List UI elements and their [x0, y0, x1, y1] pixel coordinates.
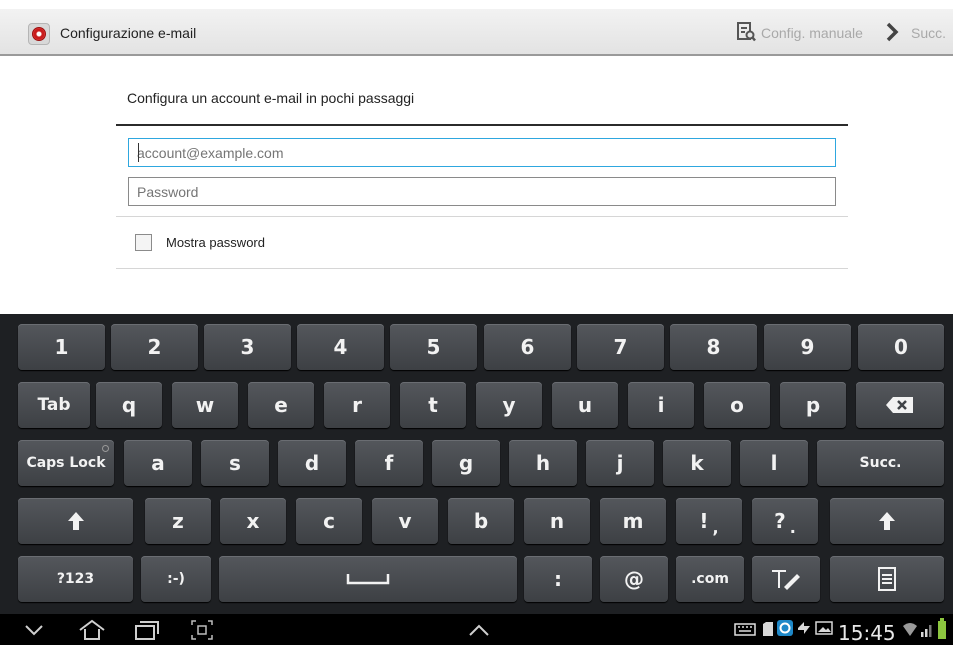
- manual-config-icon[interactable]: [736, 22, 756, 42]
- key-5[interactable]: 5: [390, 324, 477, 370]
- handwriting-key[interactable]: [752, 556, 820, 602]
- shift-key-right[interactable]: [830, 498, 944, 544]
- key-n[interactable]: n: [524, 498, 590, 544]
- key-1[interactable]: 1: [18, 324, 105, 370]
- key-p[interactable]: p: [780, 382, 846, 428]
- key-6[interactable]: 6: [484, 324, 571, 370]
- sync-icon: [777, 620, 793, 636]
- heading-divider: [116, 124, 848, 126]
- key-tab[interactable]: Tab: [18, 382, 90, 428]
- handwriting-icon: [772, 570, 800, 590]
- email-input[interactable]: [128, 138, 836, 167]
- key-u[interactable]: u: [552, 382, 618, 428]
- key-exclamation-label: !: [699, 509, 709, 533]
- email-app-icon[interactable]: [28, 23, 50, 45]
- key-g[interactable]: g: [432, 440, 500, 486]
- divider: [116, 216, 848, 217]
- dotcom-key[interactable]: .com: [676, 556, 744, 602]
- settings-list-icon: [878, 567, 896, 591]
- shift-arrow-icon: [879, 512, 895, 530]
- key-0[interactable]: 0: [858, 324, 944, 370]
- symbols-key[interactable]: ?123: [18, 556, 133, 602]
- key-l[interactable]: l: [740, 440, 808, 486]
- show-password-label[interactable]: Mostra password: [166, 235, 265, 250]
- caps-lock-label: Caps Lock: [26, 455, 106, 471]
- key-9[interactable]: 9: [764, 324, 851, 370]
- key-3[interactable]: 3: [204, 324, 291, 370]
- key-w[interactable]: w: [172, 382, 238, 428]
- backspace-key[interactable]: [856, 382, 944, 428]
- page-title: Configurazione e-mail: [60, 25, 197, 41]
- at-key[interactable]: @: [600, 556, 668, 602]
- key-f[interactable]: f: [355, 440, 423, 486]
- key-y[interactable]: y: [476, 382, 542, 428]
- screenshot-icon[interactable]: [190, 619, 214, 641]
- action-bar: Configurazione e-mail Config. manuale Su…: [0, 9, 953, 56]
- home-icon[interactable]: [78, 619, 106, 641]
- key-i[interactable]: i: [628, 382, 694, 428]
- key-2[interactable]: 2: [111, 324, 198, 370]
- chevron-down-icon[interactable]: [24, 624, 44, 636]
- key-caps-lock[interactable]: Caps Lock: [18, 440, 114, 486]
- text-cursor: [138, 143, 139, 162]
- sd-card-icon: [763, 622, 773, 636]
- colon-key[interactable]: :: [524, 556, 592, 602]
- battery-icon: [938, 618, 946, 639]
- gallery-icon: [815, 621, 833, 635]
- recent-apps-icon[interactable]: [134, 619, 160, 641]
- on-screen-keyboard: 1 2 3 4 5 6 7 8 9 0 Tab q w e r t y u i …: [0, 314, 953, 614]
- key-k[interactable]: k: [663, 440, 731, 486]
- key-z[interactable]: z: [145, 498, 211, 544]
- space-bar-icon: [346, 574, 390, 585]
- key-period-label: .: [789, 517, 796, 537]
- key-8[interactable]: 8: [670, 324, 757, 370]
- next-button[interactable]: Succ.: [911, 25, 946, 41]
- key-question-label: ?: [774, 509, 786, 533]
- enter-key[interactable]: Succ.: [817, 440, 944, 486]
- key-exclamation-comma[interactable]: !,: [676, 498, 742, 544]
- signal-icon: [921, 625, 932, 637]
- key-x[interactable]: x: [220, 498, 286, 544]
- smiley-key[interactable]: :-): [141, 556, 211, 602]
- space-key[interactable]: [219, 556, 517, 602]
- key-question-period[interactable]: ?.: [752, 498, 818, 544]
- key-e[interactable]: e: [248, 382, 314, 428]
- backspace-icon: [886, 397, 913, 413]
- key-q[interactable]: q: [96, 382, 162, 428]
- key-o[interactable]: o: [704, 382, 770, 428]
- chevron-up-icon[interactable]: [468, 623, 490, 637]
- status-clock: 15:45: [838, 621, 896, 645]
- key-a[interactable]: a: [124, 440, 192, 486]
- show-password-checkbox[interactable]: [135, 234, 152, 251]
- key-4[interactable]: 4: [297, 324, 384, 370]
- settings-key[interactable]: [830, 556, 944, 602]
- key-h[interactable]: h: [509, 440, 577, 486]
- wifi-icon: [903, 623, 917, 636]
- divider: [116, 268, 848, 269]
- key-c[interactable]: c: [296, 498, 362, 544]
- key-comma-label: ,: [712, 517, 719, 537]
- chevron-right-icon[interactable]: [884, 22, 900, 42]
- caps-indicator-icon: [102, 445, 109, 452]
- key-j[interactable]: j: [586, 440, 654, 486]
- navigation-bar: 15:45: [0, 614, 953, 645]
- keyboard-icon: [734, 623, 756, 636]
- key-b[interactable]: b: [448, 498, 514, 544]
- password-input[interactable]: [128, 177, 836, 206]
- manual-config-button[interactable]: Config. manuale: [761, 25, 863, 41]
- key-v[interactable]: v: [372, 498, 438, 544]
- shift-arrow-icon: [67, 512, 84, 530]
- shift-key-left[interactable]: [18, 498, 133, 544]
- key-m[interactable]: m: [600, 498, 666, 544]
- key-7[interactable]: 7: [577, 324, 664, 370]
- key-d[interactable]: d: [278, 440, 346, 486]
- key-s[interactable]: s: [201, 440, 269, 486]
- key-r[interactable]: r: [324, 382, 390, 428]
- key-t[interactable]: t: [400, 382, 466, 428]
- setup-heading: Configura un account e-mail in pochi pas…: [127, 90, 415, 106]
- usb-connection-icon: [798, 622, 810, 634]
